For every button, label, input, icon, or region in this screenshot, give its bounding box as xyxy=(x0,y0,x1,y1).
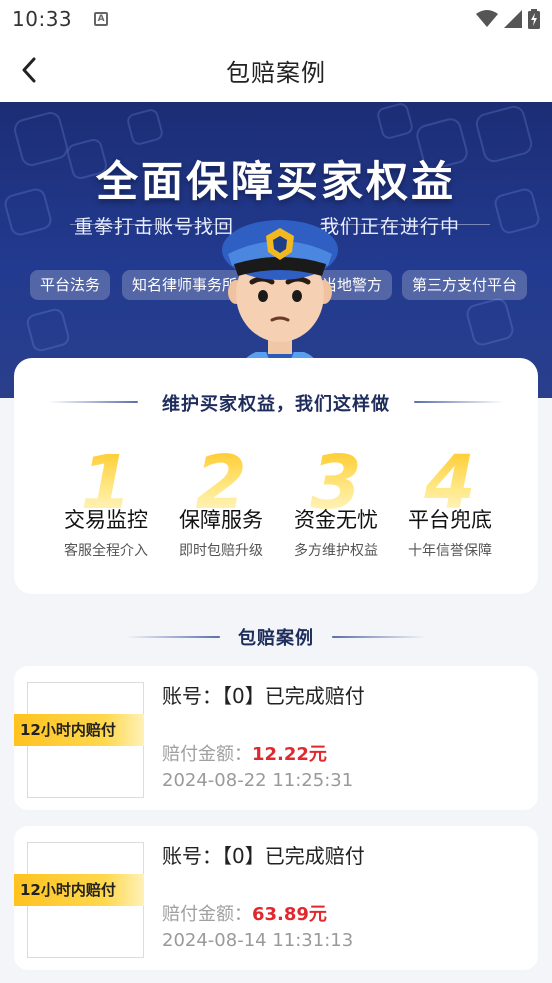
case-badge: 12小时内赔付 xyxy=(14,874,144,906)
features-card: 维护买家权益，我们这样做 1 交易监控 客服全程介入 2 保障服务 即时包赔升级… xyxy=(14,358,538,594)
tag-payment-platform: 第三方支付平台 xyxy=(402,270,528,300)
amount-label: 赔付金额： xyxy=(162,904,252,925)
cases-heading: 包赔案例 xyxy=(238,628,314,649)
features-heading: 维护买家权益，我们这样做 xyxy=(162,394,390,415)
case-amount-row: 赔付金额：63.89元 xyxy=(162,900,327,926)
status-icons xyxy=(476,9,540,29)
feature-desc: 即时包赔升级 xyxy=(179,543,263,559)
case-amount-row: 赔付金额：12.22元 xyxy=(162,740,327,766)
case-card[interactable]: 12小时内赔付 账号：【0】已完成赔付 赔付金额：12.22元 2024-08-… xyxy=(14,666,538,810)
feature-desc: 客服全程介入 xyxy=(64,543,148,559)
nav-bar: 包赔案例 xyxy=(0,38,552,102)
feature-title: 交易监控 xyxy=(64,508,148,532)
amount-value: 12.22元 xyxy=(252,744,327,765)
amount-value: 63.89元 xyxy=(252,904,327,925)
feature-desc: 十年信誉保障 xyxy=(408,543,492,559)
case-time: 2024-08-22 11:25:31 xyxy=(162,770,354,791)
feature-desc: 多方维护权益 xyxy=(294,543,378,559)
case-badge: 12小时内赔付 xyxy=(14,714,144,746)
status-bar: 10:33 A xyxy=(0,0,552,38)
case-card[interactable]: 12小时内赔付 账号：【0】已完成赔付 赔付金额：63.89元 2024-08-… xyxy=(14,826,538,970)
section-head-line xyxy=(332,636,426,638)
section-head-line xyxy=(414,401,504,403)
case-account: 账号：【0】已完成赔付 xyxy=(162,684,365,708)
battery-charging-icon xyxy=(528,9,540,29)
tag-legal: 平台法务 xyxy=(30,270,111,300)
amount-label: 赔付金额： xyxy=(162,744,252,765)
feature-title: 保障服务 xyxy=(179,508,263,532)
status-time: 10:33 xyxy=(12,7,73,31)
case-time: 2024-08-14 11:31:13 xyxy=(162,930,354,951)
case-account: 账号：【0】已完成赔付 xyxy=(162,844,365,868)
hero-banner: 全面保障买家权益 重拳打击账号找回 我们正在进行中 平台法务 知名律师事务所 当… xyxy=(0,102,552,398)
feature-title: 资金无忧 xyxy=(294,508,378,532)
feature-title: 平台兜底 xyxy=(408,508,492,532)
chevron-left-icon xyxy=(22,57,36,83)
features-list: 1 交易监控 客服全程介入 2 保障服务 即时包赔升级 3 资金无忧 多方维护权… xyxy=(14,446,538,570)
signal-icon xyxy=(504,10,522,28)
notification-icon: A xyxy=(94,12,109,26)
page-title: 包赔案例 xyxy=(226,58,326,87)
back-button[interactable] xyxy=(14,54,44,86)
wifi-icon xyxy=(476,10,498,28)
